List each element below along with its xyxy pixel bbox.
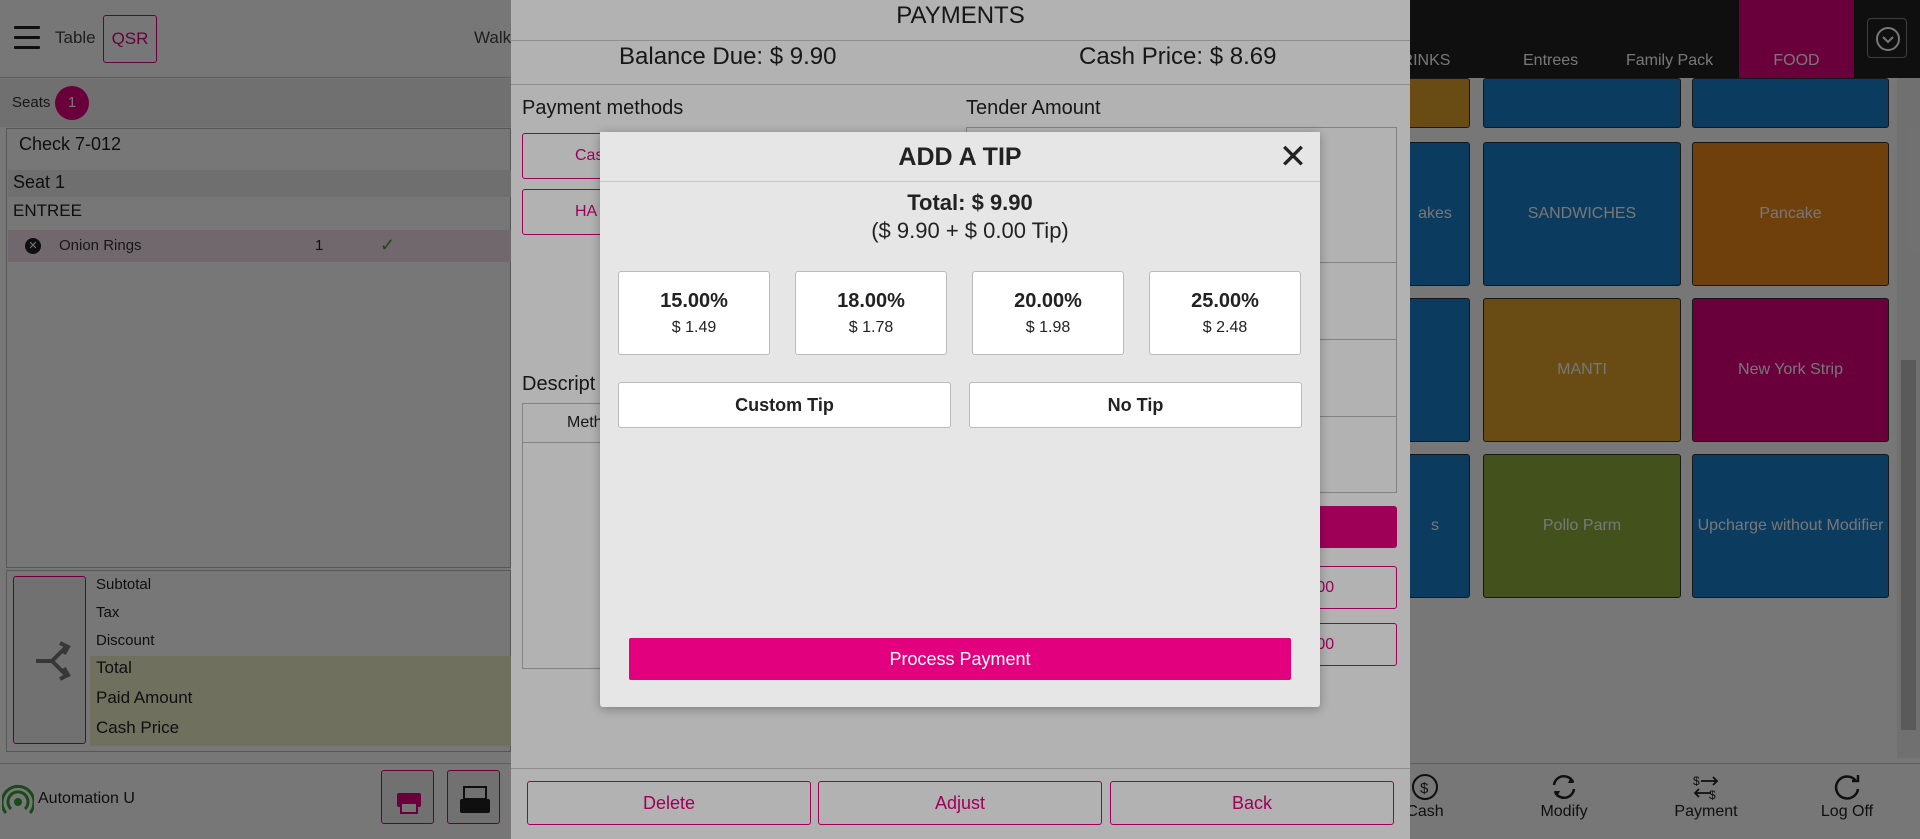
process-payment-button[interactable]: Process Payment (629, 638, 1291, 680)
tip-breakdown: ($ 9.90 + $ 0.00 Tip) (871, 218, 1069, 243)
tip-percent: 25.00% (1191, 290, 1259, 312)
no-tip-button[interactable]: No Tip (969, 382, 1302, 428)
tip-amount: $ 1.78 (848, 319, 894, 336)
tip-amount: $ 1.49 (671, 319, 717, 336)
tip-total: Total: $ 9.90 (907, 190, 1033, 215)
dialog-title: ADD A TIP (600, 132, 1320, 182)
tip-option-15[interactable]: 15.00% $ 1.49 (618, 271, 770, 355)
custom-tip-button[interactable]: Custom Tip (618, 382, 951, 428)
tip-option-20[interactable]: 20.00% $ 1.98 (972, 271, 1124, 355)
tip-amount: $ 2.48 (1202, 319, 1248, 336)
tip-percent: 20.00% (1014, 290, 1082, 312)
close-icon[interactable]: ✕ (1274, 138, 1312, 176)
tip-option-25[interactable]: 25.00% $ 2.48 (1149, 271, 1301, 355)
tip-option-18[interactable]: 18.00% $ 1.78 (795, 271, 947, 355)
tip-amount: $ 1.98 (1025, 319, 1071, 336)
tip-percent: 18.00% (837, 290, 905, 312)
tip-percent: 15.00% (660, 290, 728, 312)
